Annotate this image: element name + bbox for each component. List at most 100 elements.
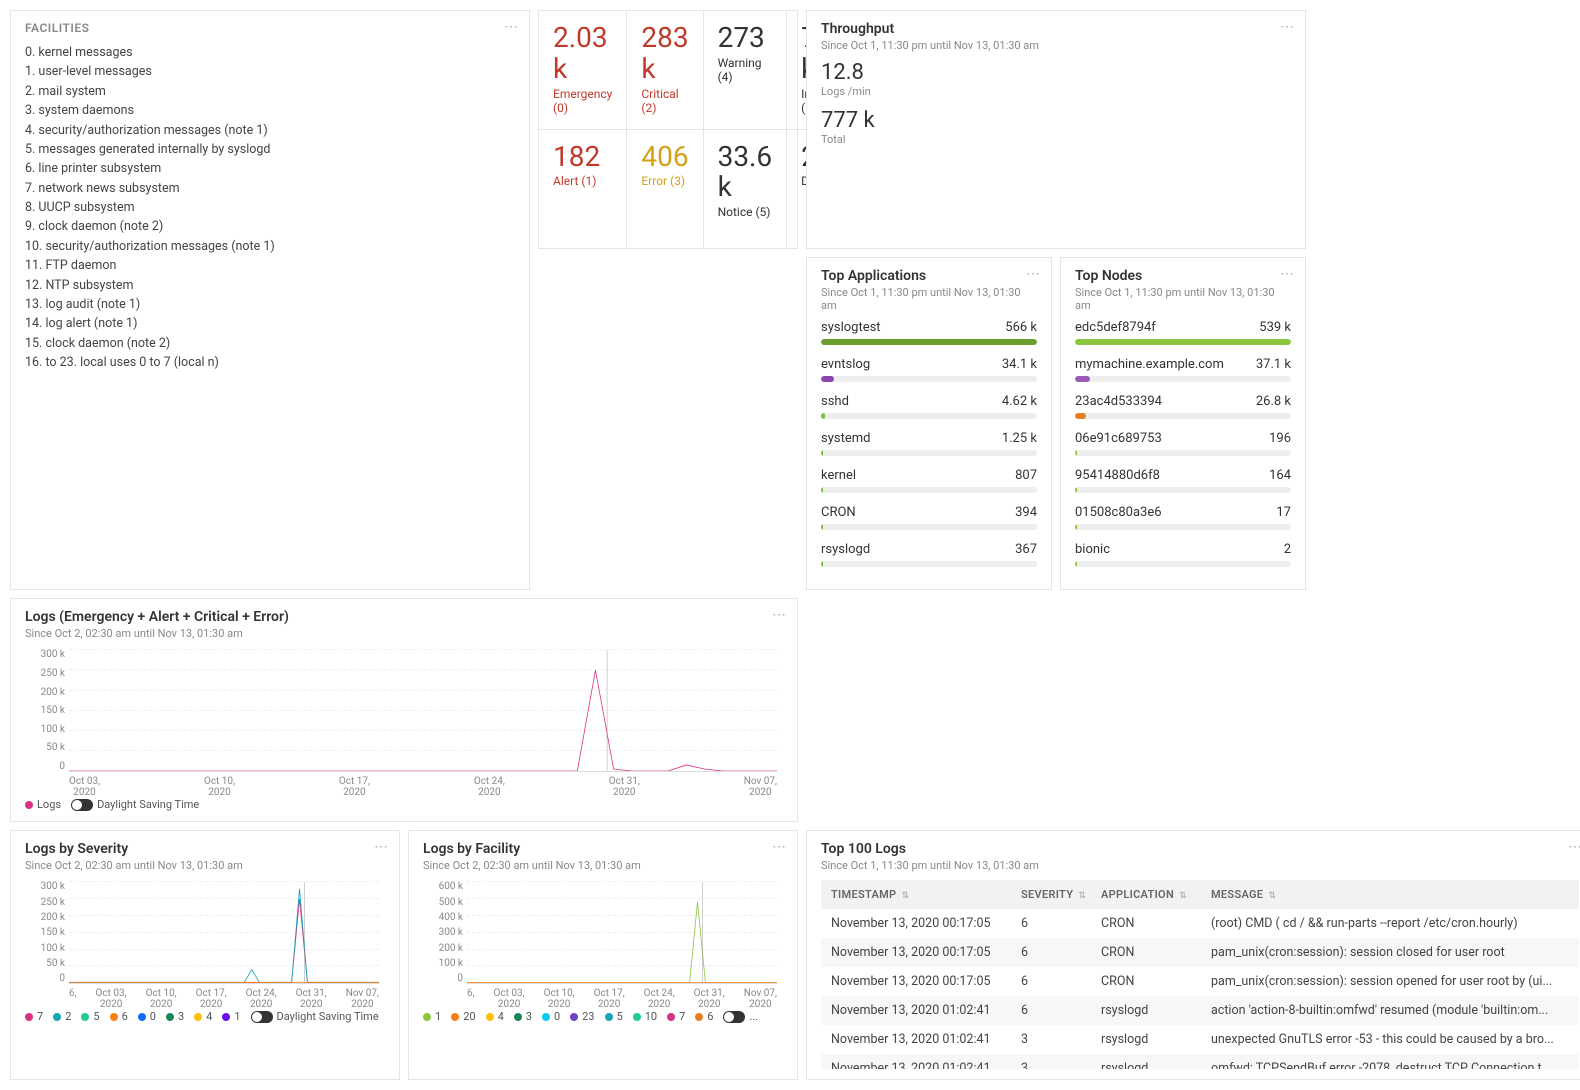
dst-toggle[interactable] bbox=[723, 1011, 745, 1023]
stat-cell[interactable]: 2.03 kEmergency (0) bbox=[539, 11, 627, 130]
facility-chart-plot: 0100 k200 k300 k400 k500 k600 k6,Oct 03,… bbox=[423, 882, 783, 1002]
stat-value: 406 bbox=[641, 142, 688, 173]
legend-item[interactable]: 2 bbox=[53, 1010, 71, 1023]
table-row[interactable]: November 13, 2020 00:17:056CRONpam_unix(… bbox=[821, 967, 1579, 996]
legend-item[interactable]: 5 bbox=[81, 1010, 99, 1023]
col-severity[interactable]: SEVERITY ⇅ bbox=[1021, 888, 1101, 901]
bar-row[interactable]: CRON394 bbox=[821, 505, 1037, 530]
table-row[interactable]: November 13, 2020 01:02:416rsyslogdactio… bbox=[821, 996, 1579, 1025]
legend-item[interactable]: 3 bbox=[514, 1010, 532, 1023]
bar-name: syslogtest bbox=[821, 320, 881, 335]
card-menu-icon[interactable]: ⋯ bbox=[504, 19, 519, 35]
cell-msg: omfwd: TCPSendBuf error -2078, destruct … bbox=[1211, 1061, 1569, 1069]
legend-label: 20 bbox=[463, 1010, 475, 1023]
facility-item: 15. clock daemon (note 2) bbox=[25, 334, 515, 353]
bar-row[interactable]: 23ac4d53339426.8 k bbox=[1075, 394, 1291, 419]
severity-chart-card: ⋯ Logs by Severity Since Oct 2, 02:30 am… bbox=[10, 830, 400, 1080]
bar-row[interactable]: edc5def8794f539 k bbox=[1075, 320, 1291, 345]
legend-label: 7 bbox=[37, 1010, 43, 1023]
legend-item[interactable]: 1 bbox=[423, 1010, 441, 1023]
legend-item[interactable]: 6 bbox=[695, 1010, 713, 1023]
facility-item: 16. to 23. local uses 0 to 7 (local n) bbox=[25, 353, 515, 372]
bar-row[interactable]: 06e91c689753196 bbox=[1075, 431, 1291, 456]
card-menu-icon[interactable]: ⋯ bbox=[1280, 19, 1295, 35]
stat-label: Critical (2) bbox=[641, 87, 688, 115]
table-row[interactable]: November 13, 2020 01:02:413rsyslogdomfwd… bbox=[821, 1054, 1579, 1069]
bar-row[interactable]: mymachine.example.com37.1 k bbox=[1075, 357, 1291, 382]
bar-track bbox=[1075, 450, 1291, 456]
bar-row[interactable]: rsyslogd367 bbox=[821, 542, 1037, 567]
card-menu-icon[interactable]: ⋯ bbox=[1280, 266, 1295, 282]
legend-item[interactable]: 7 bbox=[25, 1010, 43, 1023]
stat-cell[interactable]: 33.6 kNotice (5) bbox=[704, 130, 788, 249]
facility-item: 8. UUCP subsystem bbox=[25, 198, 515, 217]
bar-value: 807 bbox=[1015, 468, 1037, 483]
col-application[interactable]: APPLICATION ⇅ bbox=[1101, 888, 1211, 901]
main-chart-plot: 050 k100 k150 k200 k250 k300 kOct 03, 20… bbox=[25, 650, 783, 790]
table-row[interactable]: November 13, 2020 00:17:056CRON(root) CM… bbox=[821, 909, 1579, 938]
stat-cell[interactable]: 273Warning (4) bbox=[704, 11, 788, 130]
legend-item[interactable]: 5 bbox=[605, 1010, 623, 1023]
table-row[interactable]: November 13, 2020 00:17:056CRONpam_unix(… bbox=[821, 938, 1579, 967]
bar-row[interactable]: 95414880d6f8164 bbox=[1075, 468, 1291, 493]
legend-item[interactable]: 10 bbox=[633, 1010, 657, 1023]
table-row[interactable]: November 13, 2020 01:02:413rsyslogdunexp… bbox=[821, 1025, 1579, 1054]
legend-item[interactable]: 4 bbox=[486, 1010, 504, 1023]
legend-label: 5 bbox=[617, 1010, 623, 1023]
legend-item[interactable]: 6 bbox=[110, 1010, 128, 1023]
legend-label: 3 bbox=[178, 1010, 184, 1023]
bar-row[interactable]: sshd4.62 k bbox=[821, 394, 1037, 419]
legend-dot-icon bbox=[81, 1013, 89, 1021]
legend-item[interactable]: 0 bbox=[138, 1010, 156, 1023]
legend-item[interactable]: 23 bbox=[570, 1010, 594, 1023]
legend-label: 4 bbox=[206, 1010, 212, 1023]
card-menu-icon[interactable]: ⋯ bbox=[1026, 266, 1041, 282]
bar-track bbox=[1075, 524, 1291, 530]
bar-name: sshd bbox=[821, 394, 849, 409]
legend-item[interactable]: 0 bbox=[542, 1010, 560, 1023]
bar-name: kernel bbox=[821, 468, 856, 483]
bar-value: 566 k bbox=[1005, 320, 1037, 335]
facility-item: 11. FTP daemon bbox=[25, 256, 515, 275]
bar-row[interactable]: syslogtest 566 k bbox=[821, 320, 1037, 345]
bar-row[interactable]: 01508c80a3e617 bbox=[1075, 505, 1291, 530]
stat-cell[interactable]: 283 kCritical (2) bbox=[627, 11, 703, 130]
bar-row[interactable]: systemd1.25 k bbox=[821, 431, 1037, 456]
dst-toggle[interactable] bbox=[71, 799, 93, 811]
bar-track bbox=[1075, 487, 1291, 493]
legend-dot-icon bbox=[451, 1013, 459, 1021]
col-timestamp[interactable]: TIMESTAMP ⇅ bbox=[831, 888, 1021, 901]
table-body[interactable]: November 13, 2020 00:17:056CRON(root) CM… bbox=[821, 909, 1579, 1069]
severity-title: Logs by Severity bbox=[25, 841, 385, 857]
legend-item[interactable]: 4 bbox=[194, 1010, 212, 1023]
card-menu-icon[interactable]: ⋯ bbox=[772, 839, 787, 855]
stat-label: Alert (1) bbox=[553, 174, 612, 188]
bar-name: CRON bbox=[821, 505, 856, 520]
throughput-rate: 12.8 bbox=[821, 60, 1291, 85]
col-message[interactable]: MESSAGE ⇅ bbox=[1211, 888, 1569, 901]
legend-item[interactable]: 1 bbox=[222, 1010, 240, 1023]
bar-name: bionic bbox=[1075, 542, 1110, 557]
legend-item[interactable]: 20 bbox=[451, 1010, 475, 1023]
stat-cell[interactable]: 406Error (3) bbox=[627, 130, 703, 249]
stat-cell[interactable]: 182Alert (1) bbox=[539, 130, 627, 249]
bar-row[interactable]: bionic2 bbox=[1075, 542, 1291, 567]
bar-row[interactable]: evntslog34.1 k bbox=[821, 357, 1037, 382]
legend-item[interactable]: 7 bbox=[667, 1010, 685, 1023]
top-nodes-card: ⋯ Top Nodes Since Oct 1, 11:30 pm until … bbox=[1060, 257, 1306, 590]
legend-item[interactable]: 3 bbox=[166, 1010, 184, 1023]
dst-toggle[interactable] bbox=[251, 1011, 273, 1023]
card-menu-icon[interactable]: ⋯ bbox=[1568, 839, 1580, 855]
cell-app: CRON bbox=[1101, 916, 1211, 931]
legend-label: 1 bbox=[234, 1010, 240, 1023]
card-menu-icon[interactable]: ⋯ bbox=[374, 839, 389, 855]
facilities-title: FACILITIES bbox=[25, 21, 515, 35]
bar-value: 196 bbox=[1269, 431, 1291, 446]
stat-label: Error (3) bbox=[641, 174, 688, 188]
bar-row[interactable]: kernel 807 bbox=[821, 468, 1037, 493]
legend-label: Logs bbox=[37, 798, 61, 811]
facility-sub: Since Oct 2, 02:30 am until Nov 13, 01:3… bbox=[423, 859, 783, 872]
bar-name: edc5def8794f bbox=[1075, 320, 1156, 335]
facility-title: Logs by Facility bbox=[423, 841, 783, 857]
card-menu-icon[interactable]: ⋯ bbox=[772, 607, 787, 623]
